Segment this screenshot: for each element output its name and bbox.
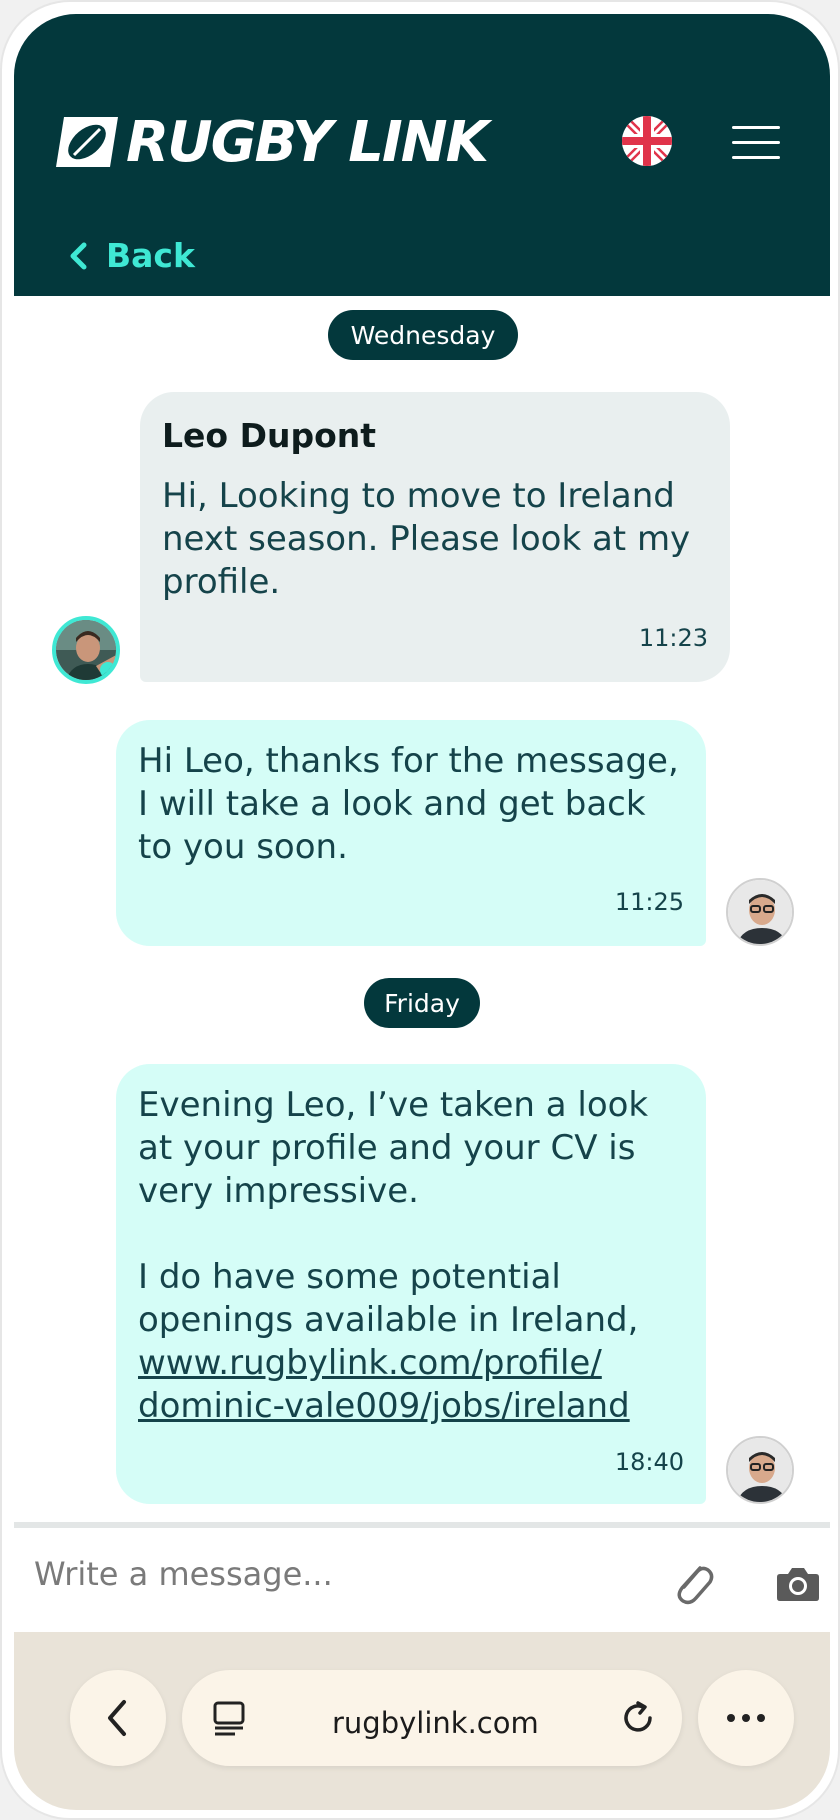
back-button[interactable]: Back bbox=[66, 236, 195, 275]
paperclip-icon[interactable] bbox=[670, 1558, 714, 1606]
hamburger-menu-icon[interactable] bbox=[732, 126, 780, 160]
tabs-icon[interactable] bbox=[210, 1698, 250, 1738]
chevron-left-icon bbox=[70, 242, 87, 269]
message-line: to you soon. bbox=[138, 827, 348, 867]
url-bar[interactable]: rugbylink.com bbox=[182, 1670, 682, 1766]
message-line: profile. bbox=[162, 562, 281, 602]
day-separator-wednesday: Wednesday bbox=[328, 310, 518, 360]
message-bubble-incoming[interactable]: Leo Dupont Hi, Looking to move to Irelan… bbox=[140, 392, 730, 682]
browser-more-button[interactable] bbox=[698, 1670, 794, 1766]
url-text: rugbylink.com bbox=[332, 1706, 539, 1740]
message-sender: Leo Dupont bbox=[162, 416, 377, 455]
more-dots-icon bbox=[727, 1714, 765, 1722]
message-line: Hi, Looking to move to Ireland bbox=[162, 476, 675, 516]
link-line[interactable]: www.rugbylink.com/profile/ bbox=[138, 1342, 684, 1385]
browser-toolbar: rugbylink.com bbox=[14, 1632, 830, 1810]
message-text: Hi Leo, thanks for the message, I will t… bbox=[138, 740, 684, 869]
day-label: Friday bbox=[384, 988, 460, 1018]
uk-flag-icon[interactable] bbox=[622, 116, 672, 166]
day-label: Wednesday bbox=[350, 320, 496, 350]
app-header: RUGBY LINK Back bbox=[14, 14, 830, 296]
reload-icon[interactable] bbox=[618, 1698, 658, 1738]
message-text: Hi, Looking to move to Ireland next seas… bbox=[162, 475, 708, 604]
verified-badge-icon bbox=[100, 662, 116, 678]
message-line: next season. Please look at my bbox=[162, 519, 691, 559]
message-bubble-outgoing[interactable]: Evening Leo, I’ve taken a look at your p… bbox=[116, 1064, 706, 1504]
message-line: Hi Leo, thanks for the message, bbox=[138, 741, 679, 781]
message-input[interactable] bbox=[34, 1544, 634, 1604]
message-line: very impressive. bbox=[138, 1171, 419, 1211]
message-time: 18:40 bbox=[614, 1448, 684, 1476]
message-time: 11:23 bbox=[638, 624, 708, 652]
message-text: Evening Leo, I’ve taken a look at your p… bbox=[138, 1084, 684, 1428]
avatar-leo-dupont[interactable] bbox=[52, 616, 120, 684]
message-line: I do have some potential bbox=[138, 1257, 561, 1297]
browser-back-button[interactable] bbox=[70, 1670, 166, 1766]
profile-link[interactable]: www.rugbylink.com/profile/ dominic-vale0… bbox=[138, 1342, 684, 1428]
message-composer bbox=[14, 1522, 830, 1632]
chat-thread: Wednesday Leo Dupont Hi, Looking to move… bbox=[14, 296, 830, 1522]
phone-frame: RUGBY LINK Back Wednesday Leo Dupont Hi,… bbox=[0, 0, 840, 1820]
rugby-ball-logo-icon bbox=[56, 117, 118, 167]
screen: RUGBY LINK Back Wednesday Leo Dupont Hi,… bbox=[14, 14, 830, 1810]
message-line bbox=[138, 1213, 684, 1256]
message-line: Evening Leo, I’ve taken a look bbox=[138, 1085, 649, 1125]
message-line: openings available in Ireland, bbox=[138, 1300, 639, 1340]
rugby-link-logo[interactable]: RUGBY LINK bbox=[54, 109, 489, 175]
day-separator-friday: Friday bbox=[364, 978, 480, 1028]
message-time: 11:25 bbox=[614, 888, 684, 916]
avatar-recruiter[interactable] bbox=[726, 878, 794, 946]
link-line[interactable]: dominic-vale009/jobs/ireland bbox=[138, 1385, 684, 1428]
avatar-recruiter[interactable] bbox=[726, 1436, 794, 1504]
message-bubble-outgoing[interactable]: Hi Leo, thanks for the message, I will t… bbox=[116, 720, 706, 946]
message-line: at your profile and your CV is bbox=[138, 1128, 636, 1168]
camera-icon[interactable] bbox=[776, 1564, 820, 1602]
message-line: I will take a look and get back bbox=[138, 784, 646, 824]
logo-text: RUGBY LINK bbox=[126, 109, 489, 175]
back-label: Back bbox=[106, 236, 195, 275]
chevron-left-icon bbox=[108, 1700, 126, 1736]
